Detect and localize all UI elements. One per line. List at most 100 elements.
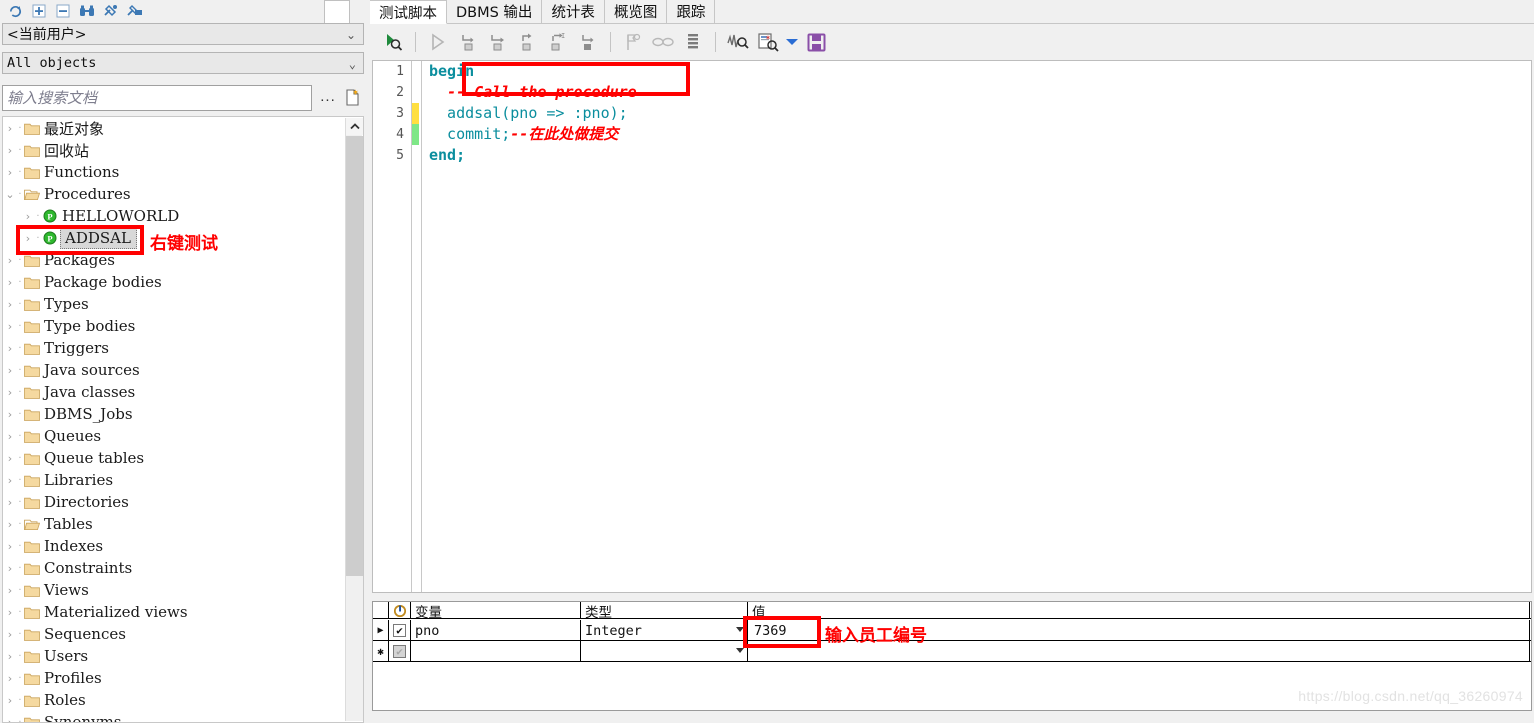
cell-type[interactable]: Integer [581, 620, 748, 641]
tab-overview[interactable]: 概览图 [604, 0, 668, 24]
code-line[interactable]: end; [429, 145, 1529, 166]
run-to-cursor-icon[interactable]: I [543, 28, 573, 56]
chevron-right-icon[interactable]: › [21, 232, 35, 245]
breakpoint-flag-icon[interactable] [618, 28, 648, 56]
search-input[interactable] [2, 85, 312, 111]
chevron-right-icon[interactable]: › [3, 584, 17, 597]
chevron-right-icon[interactable]: › [3, 540, 17, 553]
test-run-icon[interactable] [378, 28, 408, 56]
chevron-right-icon[interactable]: › [3, 562, 17, 575]
tree-item-tables[interactable]: › · Tables [3, 513, 345, 535]
chevron-right-icon[interactable]: › [3, 518, 17, 531]
tree-item-materialized-views[interactable]: › · Materialized views [3, 601, 345, 623]
header-value[interactable]: 值 [748, 602, 1530, 621]
row-enabled-cell[interactable]: ✔ [389, 620, 411, 641]
tree-scrollbar[interactable] [345, 118, 363, 721]
tree-item-package-bodies[interactable]: › · Package bodies [3, 271, 345, 293]
chevron-right-icon[interactable]: › [3, 320, 17, 333]
code-content[interactable]: begin -- Call the procedure addsal(pno =… [429, 61, 1529, 592]
header-variable[interactable]: 变量 [411, 602, 581, 621]
save-icon[interactable] [801, 28, 831, 56]
chevron-right-icon[interactable]: › [3, 650, 17, 663]
find-binoculars-icon[interactable] [76, 2, 98, 20]
filter-folder-icon[interactable] [124, 2, 146, 20]
tree-item-users[interactable]: › · Users [3, 645, 345, 667]
tree-item-constraints[interactable]: › · Constraints [3, 557, 345, 579]
step-over-icon[interactable] [483, 28, 513, 56]
chevron-right-icon[interactable]: › [3, 386, 17, 399]
tree-item-type-bodies[interactable]: › · Type bodies [3, 315, 345, 337]
chevron-right-icon[interactable]: › [3, 122, 17, 135]
refresh-icon[interactable] [4, 2, 26, 20]
chevron-right-icon[interactable]: › [3, 672, 17, 685]
enabled-checkbox[interactable]: ✔ [393, 624, 406, 637]
search-more-button[interactable]: ... [317, 88, 339, 108]
tree-item-[interactable]: › · 回收站 [3, 139, 345, 161]
scroll-up-icon[interactable] [346, 118, 363, 135]
scrollbar-thumb[interactable] [346, 136, 363, 576]
code-line[interactable]: begin [429, 61, 1529, 82]
new-document-icon[interactable] [342, 87, 364, 109]
tree-item-views[interactable]: › · Views [3, 579, 345, 601]
tree-item-types[interactable]: › · Types [3, 293, 345, 315]
tree-item-helloworld[interactable]: › · P HELLOWORLD [3, 205, 345, 227]
table-row-new[interactable]: ✱ ✔ [373, 641, 1531, 662]
page-holder-button[interactable] [324, 0, 350, 25]
filter-icon[interactable] [100, 2, 122, 20]
user-select[interactable]: <当前用户> ⌄ [2, 23, 364, 45]
view-query-icon[interactable] [753, 28, 783, 56]
chevron-right-icon[interactable]: › [3, 276, 17, 289]
chevron-right-icon[interactable]: › [3, 408, 17, 421]
chevron-right-icon[interactable]: › [3, 628, 17, 641]
tree-item-synonyms[interactable]: › · Synonyms [3, 711, 345, 722]
run-to-exception-icon[interactable] [573, 28, 603, 56]
tree-item-[interactable]: › · 最近对象 [3, 117, 345, 139]
chevron-right-icon[interactable]: › [3, 694, 17, 707]
object-tree[interactable]: › · 最近对象 › · 回收站 › · Functions ⌄ · Procedures › · P HEL… [3, 117, 345, 722]
tab-dbms-output[interactable]: DBMS 输出 [447, 0, 543, 24]
collapse-all-icon[interactable] [52, 2, 74, 20]
tree-item-directories[interactable]: › · Directories [3, 491, 345, 513]
row-enabled-cell-new[interactable]: ✔ [389, 641, 411, 662]
chevron-down-icon[interactable] [736, 627, 744, 632]
chevron-down-icon[interactable] [736, 648, 744, 653]
tree-item-java-sources[interactable]: › · Java sources [3, 359, 345, 381]
table-row[interactable]: ▶ ✔ pno Integer 7369 [373, 620, 1531, 641]
object-filter-select[interactable]: All objects ⌄ [2, 52, 364, 74]
header-type[interactable]: 类型 [581, 602, 748, 621]
chevron-down-icon[interactable]: ⌄ [3, 188, 17, 201]
chevron-right-icon[interactable]: › [3, 254, 17, 267]
cell-type-new[interactable] [581, 641, 748, 662]
tab-trace[interactable]: 跟踪 [667, 0, 716, 24]
tree-item-procedures[interactable]: ⌄ · Procedures [3, 183, 345, 205]
code-editor[interactable]: 1 2 3 4 5 begin -- Call the procedure addsal… [372, 60, 1532, 593]
step-out-icon[interactable] [513, 28, 543, 56]
tree-item-indexes[interactable]: › · Indexes [3, 535, 345, 557]
chevron-right-icon[interactable]: › [3, 298, 17, 311]
toggle-link-icon[interactable] [648, 28, 678, 56]
tree-item-libraries[interactable]: › · Libraries [3, 469, 345, 491]
run-play-icon[interactable] [423, 28, 453, 56]
scrollbar-track[interactable] [346, 576, 363, 721]
tree-item-triggers[interactable]: › · Triggers [3, 337, 345, 359]
tree-item-java-classes[interactable]: › · Java classes [3, 381, 345, 403]
chevron-right-icon[interactable]: › [3, 452, 17, 465]
chevron-right-icon[interactable]: › [3, 716, 17, 723]
code-line[interactable]: addsal(pno => :pno); [429, 103, 1529, 124]
tree-item-roles[interactable]: › · Roles [3, 689, 345, 711]
step-into-icon[interactable] [453, 28, 483, 56]
dropdown-arrow-icon[interactable] [783, 28, 801, 56]
chevron-right-icon[interactable]: › [3, 430, 17, 443]
enabled-checkbox-new[interactable]: ✔ [393, 645, 406, 658]
tree-item-profiles[interactable]: › · Profiles [3, 667, 345, 689]
compile-debug-icon[interactable] [723, 28, 753, 56]
chevron-right-icon[interactable]: › [3, 342, 17, 355]
tree-item-queue-tables[interactable]: › · Queue tables [3, 447, 345, 469]
tree-item-dbms-jobs[interactable]: › · DBMS_Jobs [3, 403, 345, 425]
tree-item-functions[interactable]: › · Functions [3, 161, 345, 183]
tree-item-queues[interactable]: › · Queues [3, 425, 345, 447]
code-line[interactable]: -- Call the procedure [429, 82, 1529, 103]
chevron-right-icon[interactable]: › [21, 210, 35, 223]
tab-test-script[interactable]: 测试脚本 [370, 0, 447, 24]
chevron-right-icon[interactable]: › [3, 144, 17, 157]
